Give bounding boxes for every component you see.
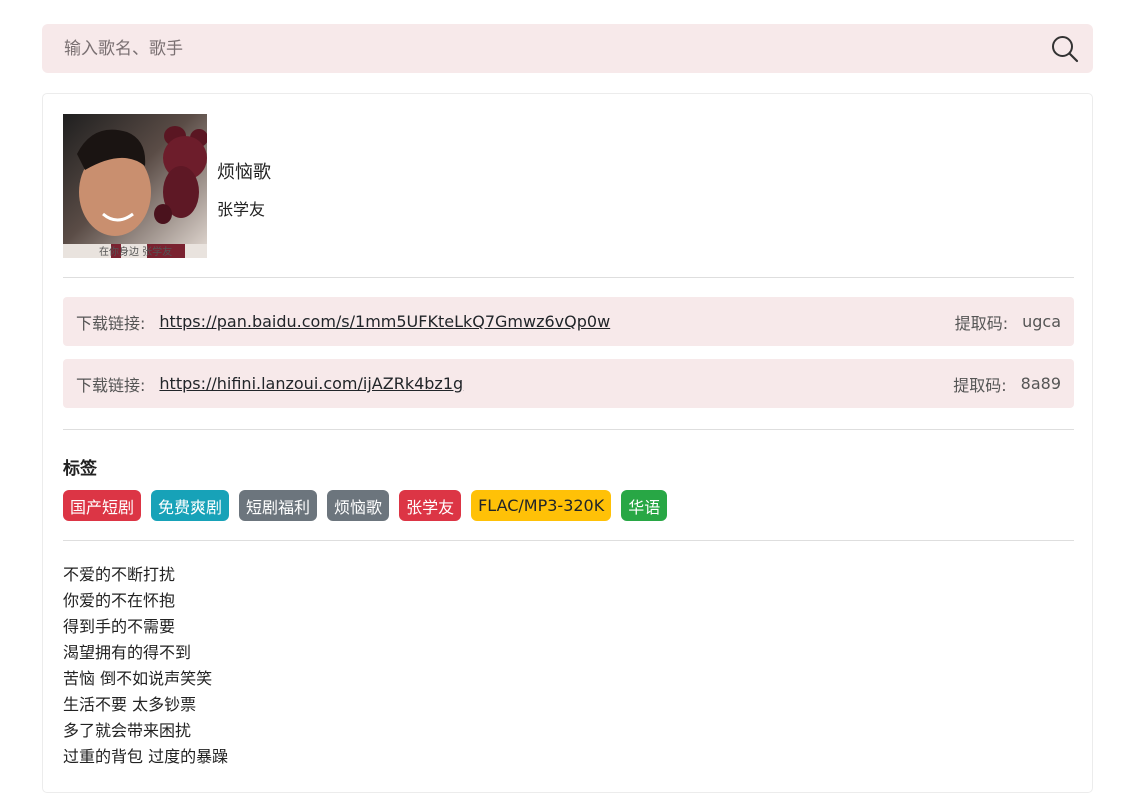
album-cover: 在你身边 张学友 — [63, 114, 207, 258]
tag-badge[interactable]: FLAC/MP3-320K — [471, 490, 612, 521]
download-link-baidu[interactable]: https://pan.baidu.com/s/1mm5UFKteLkQ7Gmw… — [159, 312, 610, 331]
tag-badge[interactable]: 烦恼歌 — [327, 490, 390, 521]
search-bar — [42, 24, 1093, 73]
download-label: 下载链接: — [76, 313, 146, 333]
search-icon — [1052, 35, 1079, 62]
lyric-line: 多了就会带来困扰 — [63, 721, 192, 740]
code-label: 提取码: — [954, 313, 1009, 333]
tag-badge[interactable]: 短剧福利 — [239, 490, 318, 521]
lyric-line: 渴望拥有的得不到 — [63, 643, 192, 662]
code-label: 提取码: — [953, 375, 1007, 395]
tags-heading: 标签 — [63, 459, 97, 479]
cover-caption: 在你身边 张学友 — [99, 245, 172, 258]
tag-badge[interactable]: 国产短剧 — [63, 490, 142, 521]
download-row: 下载链接: https://pan.baidu.com/s/1mm5UFKteL… — [63, 297, 1074, 346]
tag-badge[interactable]: 华语 — [621, 490, 668, 521]
song-card: 在你身边 张学友 烦恼歌 张学友 下载链接: https://pan.baidu… — [42, 93, 1093, 793]
download-row: 下载链接: https://hifini.lanzoui.com/ijAZRk4… — [63, 359, 1074, 408]
divider — [63, 429, 1074, 430]
lyric-line: 苦恼 倒不如说声笑笑 — [63, 669, 213, 688]
lyric-line: 过重的背包 过度的暴躁 — [63, 747, 229, 766]
extraction-code: 8a89 — [1020, 374, 1061, 393]
download-label: 下载链接: — [76, 375, 146, 395]
tag-list: 国产短剧 免费爽剧 短剧福利 烦恼歌 张学友 FLAC/MP3-320K 华语 — [63, 490, 668, 521]
divider — [63, 540, 1074, 541]
tag-badge[interactable]: 免费爽剧 — [151, 490, 230, 521]
tag-badge[interactable]: 张学友 — [399, 490, 462, 521]
lyric-line: 不爱的不断打扰 — [63, 565, 176, 584]
lyric-line: 生活不要 太多钞票 — [63, 695, 197, 714]
search-button[interactable] — [1037, 24, 1093, 73]
lyric-line: 得到手的不需要 — [63, 617, 176, 636]
extraction-code: ugca — [1022, 312, 1061, 331]
album-cover-image: 在你身边 张学友 — [63, 114, 207, 258]
divider — [63, 277, 1074, 278]
search-input[interactable] — [42, 24, 1037, 73]
song-artist: 张学友 — [217, 200, 266, 219]
lyric-line: 你爱的不在怀抱 — [63, 591, 176, 610]
download-link-lanzou[interactable]: https://hifini.lanzoui.com/ijAZRk4bz1g — [159, 374, 463, 393]
song-title: 烦恼歌 — [217, 162, 271, 183]
lyrics: 不爱的不断打扰 你爱的不在怀抱 得到手的不需要 渴望拥有的得不到 苦恼 倒不如说… — [63, 562, 228, 770]
